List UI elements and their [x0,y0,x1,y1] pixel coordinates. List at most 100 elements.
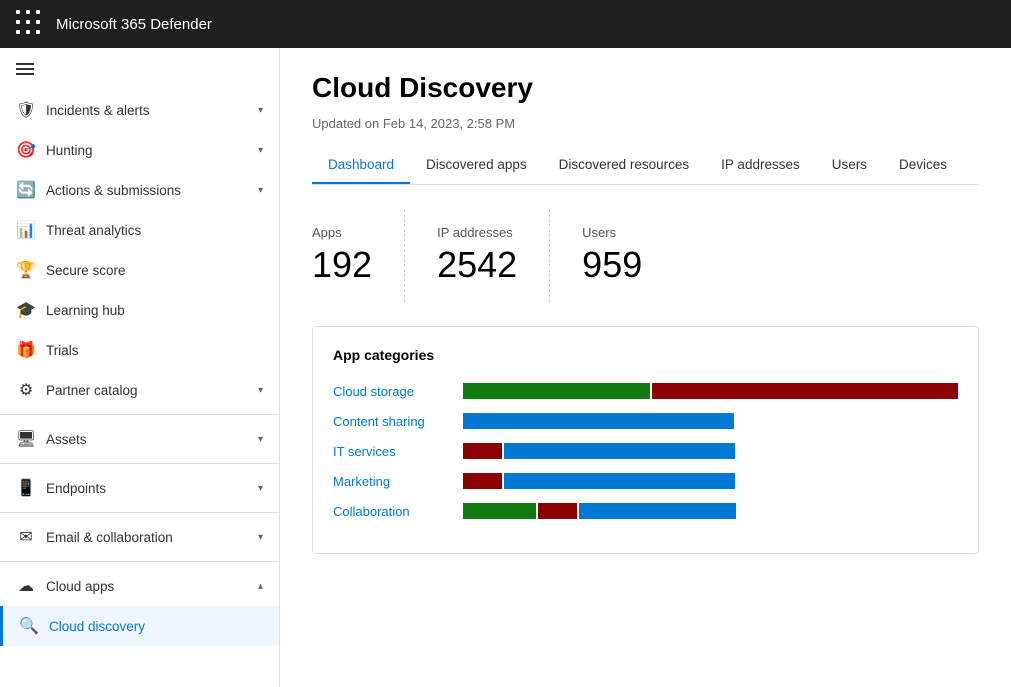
sidebar-item-trials[interactable]: 🎁 Trials [0,330,279,370]
stat-ip: IP addresses 2542 [437,209,550,302]
layout: 🛡 Incidents & alerts ▾ 🎯 Hunting ▾ 🔄 Act… [0,48,1011,687]
sidebar-item-hunting[interactable]: 🎯 Hunting ▾ [0,130,279,170]
chevron-hunting: ▾ [258,145,263,156]
bar-red-collaboration [538,503,577,519]
app-title: Microsoft 365 Defender [56,16,212,33]
sidebar-label-secure: Secure score [46,263,263,278]
sidebar-label-learning: Learning hub [46,303,263,318]
sidebar-label-actions: Actions & submissions [46,183,254,198]
category-name-content-sharing[interactable]: Content sharing [333,414,463,429]
sidebar-item-endpoints[interactable]: 📱 Endpoints ▾ [0,468,279,508]
sidebar-item-cloudapps[interactable]: ☁ Cloud apps ▴ [0,566,279,606]
trials-icon: 🎁 [16,340,36,360]
secure-icon: 🏆 [16,260,36,280]
sidebar-item-assets[interactable]: 🖥 Assets ▾ [0,419,279,459]
category-bar-content-sharing [463,413,958,429]
sidebar-label-partner: Partner catalog [46,383,254,398]
sidebar: 🛡 Incidents & alerts ▾ 🎯 Hunting ▾ 🔄 Act… [0,48,280,687]
bar-blue-marketing [504,473,735,489]
bar-blue-collaboration [579,503,735,519]
sidebar-item-threat[interactable]: 📊 Threat analytics [0,210,279,250]
bar-empty-marketing [737,473,958,489]
category-row-it-services: IT services [333,443,958,459]
sidebar-item-incidents[interactable]: 🛡 Incidents & alerts ▾ [0,90,279,130]
stat-users-value: 959 [582,244,642,286]
stat-ip-label: IP addresses [437,225,517,240]
bar-red-it-services [463,443,502,459]
category-name-it-services[interactable]: IT services [333,444,463,459]
tab-discovered-resources[interactable]: Discovered resources [543,147,706,184]
sidebar-label-endpoints: Endpoints [46,481,254,496]
category-bar-collaboration [463,503,958,519]
stat-users: Users 959 [582,209,674,302]
sidebar-item-email[interactable]: ✉ Email & collaboration ▾ [0,517,279,557]
stat-users-label: Users [582,225,642,240]
bar-green-collaboration [463,503,536,519]
bar-empty-collaboration [738,503,958,519]
assets-icon: 🖥 [16,429,36,449]
page-title: Cloud Discovery [312,72,979,104]
category-row-content-sharing: Content sharing [333,413,958,429]
stat-apps-label: Apps [312,225,372,240]
stat-ip-value: 2542 [437,244,517,286]
incidents-icon: 🛡 [16,100,36,120]
cloudapps-icon: ☁ [16,576,36,596]
category-row-cloud-storage: Cloud storage [333,383,958,399]
categories-card: App categories Cloud storage Content sha… [312,326,979,554]
category-name-collaboration[interactable]: Collaboration [333,504,463,519]
endpoints-icon: 📱 [16,478,36,498]
bar-blue-content-sharing [463,413,734,429]
stat-apps: Apps 192 [312,209,405,302]
tab-discovered-apps[interactable]: Discovered apps [410,147,543,184]
hamburger-button[interactable] [0,48,279,90]
sidebar-label-email: Email & collaboration [46,530,254,545]
topbar: Microsoft 365 Defender [0,0,1011,48]
chevron-email: ▾ [258,532,263,543]
sidebar-item-partner[interactable]: ⚙ Partner catalog ▾ [0,370,279,410]
sidebar-item-clouddiscovery[interactable]: 🔍 Cloud discovery [0,606,279,646]
tab-users[interactable]: Users [816,147,883,184]
chevron-endpoints: ▾ [258,483,263,494]
chevron-cloudapps: ▴ [258,581,263,592]
category-row-marketing: Marketing [333,473,958,489]
partner-icon: ⚙ [16,380,36,400]
sidebar-label-threat: Threat analytics [46,223,263,238]
category-bar-marketing [463,473,958,489]
threat-icon: 📊 [16,220,36,240]
clouddiscovery-icon: 🔍 [19,616,39,636]
stats-row: Apps 192 IP addresses 2542 Users 959 [312,209,979,302]
learning-icon: 🎓 [16,300,36,320]
bar-green-cloud-storage [463,383,650,399]
sidebar-item-secure[interactable]: 🏆 Secure score [0,250,279,290]
sidebar-label-incidents: Incidents & alerts [46,103,254,118]
stat-apps-value: 192 [312,244,372,286]
tab-ip-addresses[interactable]: IP addresses [705,147,816,184]
category-name-cloud-storage[interactable]: Cloud storage [333,384,463,399]
tab-devices[interactable]: Devices [883,147,963,184]
sidebar-label-hunting: Hunting [46,143,254,158]
sidebar-item-learning[interactable]: 🎓 Learning hub [0,290,279,330]
hunting-icon: 🎯 [16,140,36,160]
apps-grid-icon[interactable] [16,10,44,38]
category-name-marketing[interactable]: Marketing [333,474,463,489]
chevron-actions: ▾ [258,185,263,196]
sidebar-item-actions[interactable]: 🔄 Actions & submissions ▾ [0,170,279,210]
category-bar-it-services [463,443,958,459]
nav-divider-3 [0,512,279,513]
tab-dashboard[interactable]: Dashboard [312,147,410,184]
sidebar-label-cloudapps: Cloud apps [46,579,254,594]
bar-red-cloud-storage [652,383,958,399]
chevron-assets: ▾ [258,434,263,445]
nav-divider-4 [0,561,279,562]
sidebar-label-assets: Assets [46,432,254,447]
category-bar-cloud-storage [463,383,958,399]
bar-empty-it-services [737,443,958,459]
chevron-incidents: ▾ [258,105,263,116]
actions-icon: 🔄 [16,180,36,200]
main-content: Cloud Discovery Updated on Feb 14, 2023,… [280,48,1011,687]
bar-blue-it-services [504,443,735,459]
updated-text: Updated on Feb 14, 2023, 2:58 PM [312,116,979,131]
tabs-bar: Dashboard Discovered apps Discovered res… [312,147,979,185]
category-row-collaboration: Collaboration [333,503,958,519]
sidebar-label-clouddiscovery: Cloud discovery [49,619,263,634]
